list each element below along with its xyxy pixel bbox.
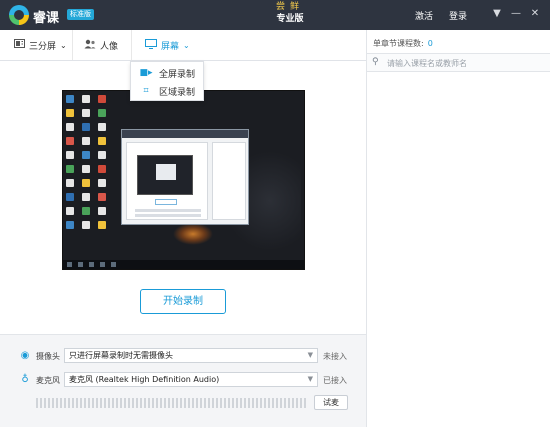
close-icon[interactable]: ✕ — [528, 7, 542, 21]
screen-preview — [62, 90, 305, 270]
app-name: 睿课 — [33, 11, 60, 26]
menu-item-label: 区域录制 — [159, 87, 196, 98]
device-panel: ◉ 摄像头 只进行屏幕录制时无需摄像头 ▼ 未接入 ♁ 麦克风 麦克风 (Rea… — [0, 334, 366, 427]
menu-item-area-record[interactable]: ⌗ 区域录制 — [131, 82, 203, 100]
three-split-icon — [14, 39, 25, 51]
nested-app-window — [121, 129, 249, 225]
app-logo-icon — [9, 5, 29, 25]
mic-row: ♁ 麦克风 麦克风 (Realtek High Definition Audio… — [0, 372, 366, 388]
three-split-label: 三分屏 — [29, 41, 57, 52]
camera-select[interactable]: 只进行屏幕录制时无需摄像头 ▼ — [64, 348, 318, 363]
wallpaper-glow — [173, 223, 213, 245]
toolbar-divider — [72, 30, 73, 60]
course-count-value: 0 — [427, 39, 433, 48]
start-recording-button[interactable]: 开始录制 — [140, 289, 226, 314]
toolbar-divider — [131, 30, 132, 60]
mic-select-value: 麦克风 (Realtek High Definition Audio) — [69, 375, 220, 384]
pro-trial-banner[interactable]: 尝鲜 专业版 — [262, 2, 318, 28]
mic-select[interactable]: 麦克风 (Realtek High Definition Audio) ▼ — [64, 372, 318, 387]
mode-toolbar: 三分屏 ⌄ 人像 屏幕 ⌄ — [0, 30, 366, 61]
screen-label: 屏幕 — [161, 41, 180, 52]
mic-level-meter — [36, 398, 306, 408]
activate-link[interactable]: 激活 — [415, 9, 433, 22]
menu-item-fullscreen-record[interactable]: ■▸ 全屏录制 — [131, 64, 203, 82]
camera-label: 摄像头 — [36, 352, 60, 361]
chevron-down-icon: ⌄ — [60, 40, 67, 50]
promo-bottom-text: 专业版 — [276, 14, 304, 24]
course-side-panel: 单章节课程数: 0 ⚲ — [366, 30, 550, 427]
microphone-icon: ♁ — [21, 374, 29, 385]
tab-screen[interactable]: 屏幕 ⌄ — [145, 30, 190, 60]
area-record-icon: ⌗ — [143, 86, 149, 96]
camera-status: 未接入 — [323, 352, 347, 361]
chevron-down-icon: ▼ — [307, 375, 313, 383]
minimize-icon[interactable]: — — [509, 7, 523, 21]
course-search: ⚲ — [367, 53, 550, 72]
promo-top-text: 尝鲜 — [275, 2, 304, 12]
search-input[interactable] — [387, 56, 545, 70]
screen-record-menu: ■▸ 全屏录制 ⌗ 区域录制 — [130, 61, 204, 101]
test-mic-button[interactable]: 试麦 — [314, 395, 348, 410]
search-icon: ⚲ — [372, 57, 379, 67]
course-count: 单章节课程数: 0 — [373, 38, 433, 49]
mic-label: 麦克风 — [36, 376, 60, 385]
tab-three-split[interactable]: 三分屏 ⌄ — [14, 30, 67, 60]
desktop-icons — [66, 95, 116, 253]
title-bar: 睿课 标准版 尝鲜 专业版 激活 登录 ▼ — ✕ — [0, 0, 550, 30]
mic-status: 已接入 — [323, 376, 347, 385]
menu-item-label: 全屏录制 — [159, 69, 196, 80]
menu-dropdown-icon[interactable]: ▼ — [490, 7, 504, 21]
chevron-down-icon: ⌄ — [183, 40, 190, 50]
camera-row: ◉ 摄像头 只进行屏幕录制时无需摄像头 ▼ 未接入 — [0, 348, 366, 364]
chevron-down-icon: ▼ — [307, 351, 313, 359]
course-count-label: 单章节课程数: — [373, 39, 424, 48]
login-link[interactable]: 登录 — [449, 9, 467, 22]
camera-icon: ◉ — [20, 350, 30, 361]
person-icon — [84, 39, 96, 52]
tab-portrait[interactable]: 人像 — [84, 30, 118, 60]
portrait-label: 人像 — [100, 41, 119, 52]
fullscreen-record-icon: ■▸ — [139, 68, 153, 78]
edition-badge: 标准版 — [67, 9, 94, 20]
camera-select-value: 只进行屏幕录制时无需摄像头 — [69, 351, 173, 360]
desktop-taskbar — [63, 260, 304, 269]
monitor-icon — [145, 38, 157, 52]
